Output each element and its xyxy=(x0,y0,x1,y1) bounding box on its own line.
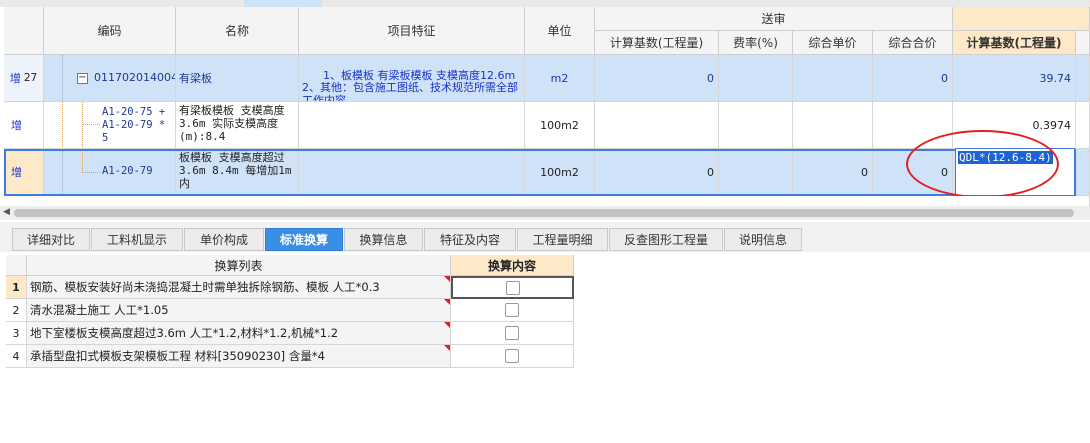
row-total-price: 0 xyxy=(941,165,948,179)
row-calc-base: 0 xyxy=(707,71,714,85)
tab-detail-compare[interactable]: 详细对比 xyxy=(12,228,90,251)
scroll-left-icon[interactable]: ◀ xyxy=(3,207,10,217)
tab-reverse-graphic-quantity[interactable]: 反查图形工程量 xyxy=(609,228,723,251)
row-number: 27 xyxy=(23,72,38,84)
conversion-checkbox[interactable] xyxy=(505,303,519,317)
top-tab-active[interactable] xyxy=(244,0,322,7)
row-code: A1-20-75 + A1-20-79 * 5 xyxy=(102,106,166,144)
header-calc-base-right[interactable]: 计算基数(工程量) xyxy=(953,31,1076,55)
quantity-grid: 编码 名称 项目特征 单位 送审 计算基数(工程量) 费率(%) 综合单价 综合… xyxy=(0,0,1090,206)
header-rate[interactable]: 费率(%) xyxy=(719,31,793,55)
row-calc-base: 0 xyxy=(707,165,714,179)
row-tag: 增 xyxy=(9,72,21,85)
row-unit: 100m2 xyxy=(540,165,579,179)
row-tag: 增 xyxy=(11,166,22,179)
conversion-row-num: 4 xyxy=(6,345,27,368)
horizontal-scrollbar[interactable]: ◀ xyxy=(0,206,1090,220)
row-name: 有梁板模板 支模高度3.6m 实际支模高度(m):8.4 xyxy=(179,104,285,143)
detail-tabbar: 详细对比 工料机显示 单价构成 标准换算 换算信息 特征及内容 工程量明细 反查… xyxy=(0,222,1090,252)
row-feature: 1、板模板 有梁板模板 支模高度12.6m 2、其他：包含施工图纸、技术规范所需… xyxy=(302,68,518,102)
conversion-header-content[interactable]: 换算内容 xyxy=(451,255,574,276)
collapse-icon[interactable]: − xyxy=(77,73,88,84)
scrollbar-thumb[interactable] xyxy=(14,209,1074,217)
row-tag: 增 xyxy=(11,119,22,132)
conversion-text: 地下室楼板支模高度超过3.6m 人工*1.2,材料*1.2,机械*1.2 xyxy=(30,326,339,340)
header-unit-price[interactable]: 综合单价 xyxy=(793,31,873,55)
conversion-checkbox[interactable] xyxy=(505,326,519,340)
header-overflow xyxy=(1076,31,1090,55)
row-unit-price: 0 xyxy=(861,165,868,179)
tab-labor-material-machine[interactable]: 工料机显示 xyxy=(91,228,183,251)
row-name: 板模板 支模高度超过3.6m 8.4m 每增加1m内 xyxy=(179,151,292,190)
row-right-value: 0.3974 xyxy=(1032,118,1072,132)
formula-text[interactable]: QDL*(12.6-8.4) xyxy=(958,151,1053,164)
conversion-header-list[interactable]: 换算列表 xyxy=(27,255,451,276)
row-unit: 100m2 xyxy=(540,118,579,132)
comment-marker-icon xyxy=(444,345,450,351)
header-group-review: 送审 xyxy=(595,7,953,31)
row-code: 011702014004 xyxy=(94,71,176,84)
tab-standard-conversion[interactable]: 标准换算 xyxy=(265,228,343,251)
conversion-text: 清水混凝土施工 人工*1.05 xyxy=(30,303,169,317)
header-name[interactable]: 名称 xyxy=(176,7,299,55)
formula-input[interactable]: QDL*(12.6-8.4) xyxy=(955,148,1075,196)
header-calc-base[interactable]: 计算基数(工程量) xyxy=(595,31,719,55)
tab-conversion-info[interactable]: 换算信息 xyxy=(344,228,423,251)
conversion-row-num: 1 xyxy=(6,276,27,299)
tab-unit-price-composition[interactable]: 单价构成 xyxy=(184,228,264,251)
comment-marker-icon xyxy=(444,299,450,305)
comment-marker-icon xyxy=(444,322,450,328)
conversion-text: 钢筋、模板安装好尚未浇捣混凝土时需单独拆除钢筋、模板 人工*0.3 xyxy=(30,280,380,294)
conversion-checkbox[interactable] xyxy=(505,349,519,363)
row-unit: m2 xyxy=(550,71,569,85)
conversion-checkbox[interactable] xyxy=(505,280,520,295)
row-code: A1-20-79 xyxy=(102,165,153,177)
header-unit[interactable]: 单位 xyxy=(525,7,595,55)
header-rownum xyxy=(4,7,44,55)
conversion-header-num xyxy=(6,255,27,276)
conversion-text: 承插型盘扣式模板支架模板工程 材料[35090230] 含量*4 xyxy=(30,349,325,363)
top-tab-strip xyxy=(0,0,1090,7)
header-code[interactable]: 编码 xyxy=(44,7,176,55)
comment-marker-icon xyxy=(444,276,450,282)
row-right-value: 39.74 xyxy=(1039,71,1072,85)
tab-features-content[interactable]: 特征及内容 xyxy=(424,228,516,251)
row-name: 有梁板 xyxy=(179,72,212,85)
header-total-price[interactable]: 综合合价 xyxy=(873,31,953,55)
conversion-row-num: 2 xyxy=(6,299,27,322)
next-row-partial xyxy=(4,196,1090,206)
tab-quantity-detail[interactable]: 工程量明细 xyxy=(517,228,608,251)
header-group-right xyxy=(953,7,1090,31)
tab-description[interactable]: 说明信息 xyxy=(724,228,802,251)
conversion-row-num: 3 xyxy=(6,322,27,345)
conversion-grid: 换算列表 换算内容 1 钢筋、模板安装好尚未浇捣混凝土时需单独拆除钢筋、模板 人… xyxy=(0,252,1090,443)
row-total-price: 0 xyxy=(941,71,948,85)
header-feature[interactable]: 项目特征 xyxy=(299,7,525,55)
